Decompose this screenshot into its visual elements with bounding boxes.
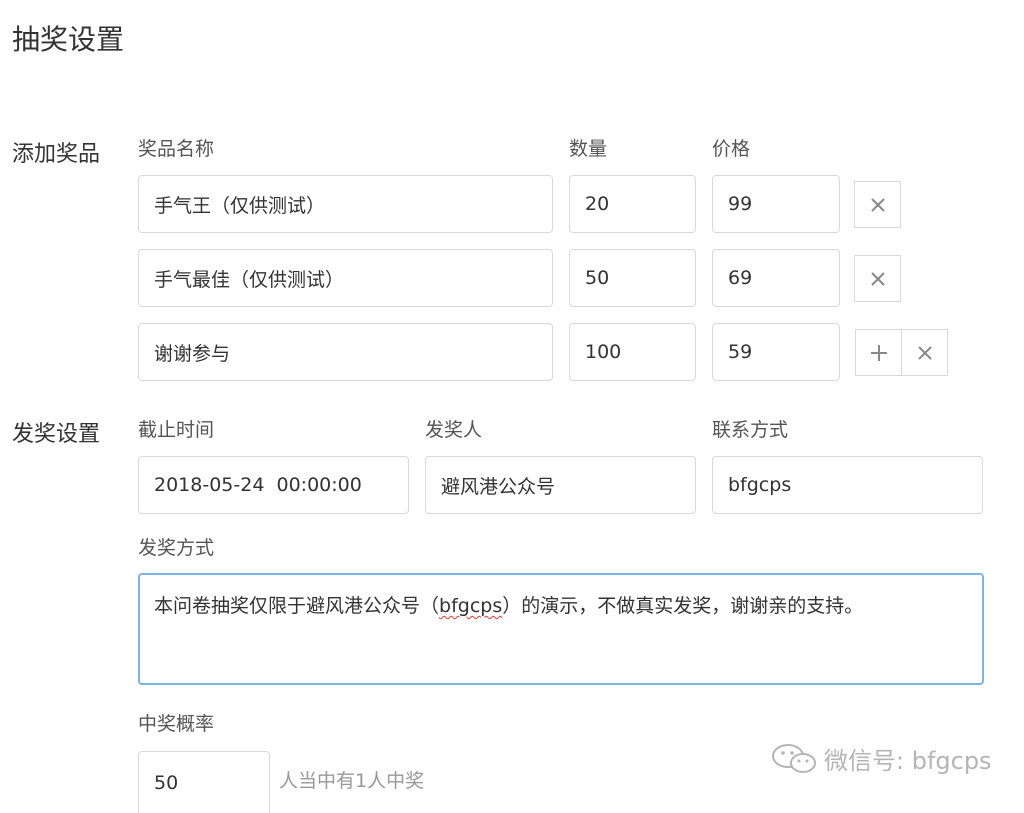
award-method-text-rest: ）的演示，不做真实发奖，谢谢亲的支持。 — [502, 595, 864, 617]
prize-quantity-input[interactable]: 20 — [569, 175, 696, 233]
remove-prize-button[interactable] — [901, 329, 948, 376]
remove-prize-button[interactable] — [854, 255, 901, 302]
prize-price-input[interactable]: 59 — [712, 323, 840, 381]
probability-input[interactable]: 50 — [138, 751, 270, 813]
deadline-input[interactable]: 2018-05-24 00:00:00 — [138, 456, 409, 514]
close-icon — [870, 197, 885, 212]
spellcheck-flagged-word: bfgcps — [439, 595, 503, 617]
award-method-text: 本问卷抽奖仅限于避风港公众号（ — [154, 595, 440, 617]
column-header-price: 价格 — [712, 138, 751, 160]
wechat-icon — [772, 743, 816, 773]
close-icon — [870, 271, 885, 286]
award-method-label: 发奖方式 — [138, 537, 215, 559]
probability-label: 中奖概率 — [138, 713, 215, 735]
contact-input[interactable]: bfgcps — [712, 456, 983, 514]
prize-name-input[interactable]: 手气最佳（仅供测试） — [138, 249, 553, 307]
watermark-text: 微信号: bfgcps — [824, 747, 992, 775]
deadline-value: 2018-05-24 00:00:00 — [154, 474, 362, 496]
close-icon — [917, 345, 932, 360]
prize-price-input[interactable]: 99 — [712, 175, 840, 233]
section-label-prizes: 添加奖品 — [12, 142, 101, 167]
watermark: 微信号: bfgcps — [770, 741, 992, 776]
column-header-quantity: 数量 — [569, 138, 608, 160]
prize-name-input[interactable]: 手气王（仅供测试） — [138, 175, 553, 233]
prize-quantity-input[interactable]: 50 — [569, 249, 696, 307]
remove-prize-button[interactable] — [854, 181, 901, 228]
add-prize-button[interactable] — [855, 329, 902, 376]
section-label-award: 发奖设置 — [12, 422, 101, 447]
contact-label: 联系方式 — [712, 419, 789, 441]
prize-price-input[interactable]: 69 — [712, 249, 840, 307]
prize-quantity-input[interactable]: 100 — [569, 323, 696, 381]
column-header-name: 奖品名称 — [138, 138, 215, 160]
page-title: 抽奖设置 — [12, 23, 125, 56]
plus-icon — [870, 344, 887, 361]
deadline-label: 截止时间 — [138, 419, 215, 441]
issuer-label: 发奖人 — [425, 419, 483, 441]
probability-hint: 人当中有1人中奖 — [279, 770, 425, 792]
prize-name-input[interactable]: 谢谢参与 — [138, 323, 553, 381]
award-method-textarea[interactable]: 本问卷抽奖仅限于避风港公众号（bfgcps）的演示，不做真实发奖，谢谢亲的支持。 — [138, 573, 984, 685]
issuer-input[interactable]: 避风港公众号 — [425, 456, 696, 514]
